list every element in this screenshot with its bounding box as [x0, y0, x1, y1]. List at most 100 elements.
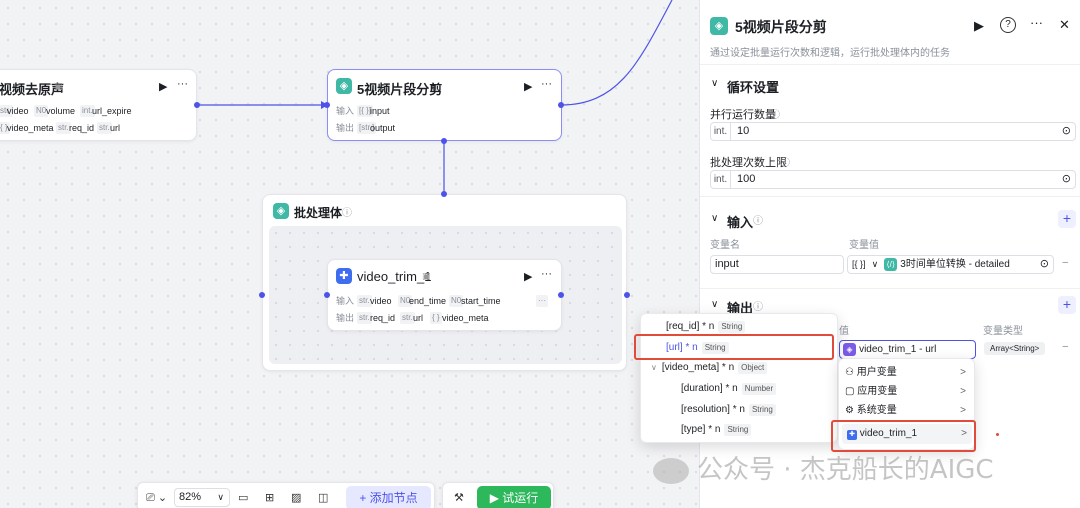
run-node-icon[interactable]: ▶: [524, 270, 532, 283]
col-var-value: 变量值: [849, 240, 879, 251]
input-var-ref: 3时间单位转换 - detailed: [900, 259, 1010, 270]
list-item[interactable]: [req_id] * n String: [666, 320, 746, 334]
batch-icon: ◈: [273, 203, 289, 219]
reset-icon[interactable]: ⊙: [1040, 256, 1049, 273]
chevron-right-icon: >: [960, 405, 966, 416]
more-params[interactable]: ···: [536, 295, 548, 307]
batch-limit-input[interactable]: int. 100 ⊙: [710, 170, 1076, 189]
minimap-icon[interactable]: ◫: [318, 491, 328, 504]
canvas-toolbar: ⎚ ⌄ 82% ∨ ▭ ⊞ ▨ ◫ + 添加节点: [137, 482, 435, 508]
output-port[interactable]: [558, 102, 564, 108]
param: req_id: [370, 313, 396, 323]
run-icon[interactable]: ▶: [974, 18, 984, 34]
info-icon: ▣: [54, 81, 63, 91]
wechat-icon: [653, 457, 689, 484]
menu-label: 用户变量: [856, 367, 897, 378]
bottom-port[interactable]: [441, 191, 447, 197]
node-video-trim-batch[interactable]: ◈ 5视频片段分剪 ▶ ··· 输入 [{ }] input 输出 [str.]…: [327, 69, 562, 141]
highlight-box: [831, 420, 976, 452]
batch-body-title: 批处理体: [294, 206, 343, 220]
input-var-name: input: [715, 258, 739, 270]
input-port[interactable]: [324, 292, 330, 298]
reset-icon[interactable]: ⊙: [1062, 123, 1071, 140]
chevron-right-icon: >: [960, 386, 966, 397]
output-port[interactable]: [624, 292, 630, 298]
test-run-button[interactable]: ▶ 试运行: [477, 486, 551, 508]
folder-icon: ▢: [845, 386, 855, 397]
concurrency-input[interactable]: int. 10 ⊙: [710, 122, 1076, 141]
field-label: [resolution] * n: [681, 404, 745, 415]
type-badge: String: [724, 424, 752, 436]
image-icon[interactable]: ▨: [291, 491, 301, 504]
remove-input-icon[interactable]: −: [1062, 257, 1068, 269]
node-ref-icon: ◈: [843, 342, 856, 356]
output-port[interactable]: [194, 102, 200, 108]
input-port[interactable]: [259, 292, 265, 298]
section-title: 循环设置: [727, 80, 780, 95]
remove-output-icon[interactable]: −: [1062, 341, 1068, 353]
output-value-field[interactable]: ◈ video_trim_1 - url: [839, 340, 976, 359]
node-video-trim-1[interactable]: ✚ video_trim_1 ▣ ▶ ··· 输入 str. video N0 …: [327, 259, 562, 331]
loop-settings-section: ∨ 循环设置 并行运行数量 ⓘ int. 10 ⊙ 批处理次数上限 ⓘ int.…: [700, 64, 1080, 194]
input-label: 输入: [336, 296, 355, 306]
input-port[interactable]: [324, 102, 330, 108]
mouse-icon[interactable]: ⎚ ⌄: [146, 491, 167, 505]
list-item[interactable]: [type] * n String: [681, 423, 752, 437]
run-node-icon[interactable]: ▶: [524, 80, 532, 93]
col-var-type: 变量类型: [983, 326, 1023, 337]
chevron-down-icon[interactable]: ∨: [711, 299, 718, 310]
menu-item-system-vars[interactable]: ⚙ 系统变量 >: [845, 404, 970, 418]
batch-limit-label: 批处理次数上限: [710, 157, 787, 169]
list-item[interactable]: [duration] * n Number: [681, 382, 777, 396]
chevron-down-icon[interactable]: ∨: [711, 213, 718, 224]
chevron-down-icon[interactable]: ∨: [651, 363, 657, 372]
type-badge: Number: [741, 383, 777, 395]
more-icon[interactable]: ···: [177, 78, 188, 90]
info-icon: ⓘ: [770, 110, 780, 121]
bottom-port[interactable]: [441, 138, 447, 144]
debug-icon[interactable]: ⚒: [454, 491, 464, 504]
output-field-dropdown: [req_id] * n String [url] * n String ∨ [vid…: [640, 313, 838, 443]
watermark-text: 公众号 · 杰克船长的AIGC: [697, 455, 994, 485]
input-label: 输入: [336, 106, 355, 116]
type-prefix: int.: [711, 123, 731, 140]
info-icon: ⓘ: [780, 158, 790, 169]
type-selector[interactable]: [{ }]: [852, 259, 866, 269]
menu-label: 系统变量: [856, 405, 897, 416]
reset-icon[interactable]: ⊙: [1062, 171, 1071, 188]
type-prefix: int.: [711, 171, 731, 188]
more-icon[interactable]: ···: [1030, 15, 1043, 30]
more-icon[interactable]: ···: [541, 268, 552, 280]
add-node-button[interactable]: + 添加节点: [346, 486, 431, 508]
zoom-select[interactable]: 82% ∨: [174, 488, 230, 507]
field-label: [req_id] * n: [666, 321, 715, 332]
type-badge: String: [748, 404, 776, 416]
chevron-down-icon[interactable]: ∨: [872, 259, 879, 269]
run-toolbar: ⚒ ▶ 试运行: [442, 482, 554, 508]
comment-icon[interactable]: ▭: [238, 491, 248, 504]
param-tag: { }: [430, 312, 442, 324]
close-icon[interactable]: ✕: [1059, 17, 1070, 33]
test-run-label: ▶ 试运行: [489, 491, 539, 505]
help-icon[interactable]: ?: [1000, 17, 1016, 33]
input-var-value-field[interactable]: [{ }] ∨ ⟨/⟩ 3时间单位转换 - detailed ⊙: [847, 255, 1054, 274]
output-label: 输出: [336, 123, 355, 133]
output-port[interactable]: [558, 292, 564, 298]
more-icon[interactable]: ···: [541, 78, 552, 90]
menu-item-app-vars[interactable]: ▢ 应用变量 >: [845, 385, 970, 399]
menu-item-user-vars[interactable]: ⚇ 用户变量 >: [845, 366, 970, 380]
run-node-icon[interactable]: ▶: [159, 80, 167, 93]
param: output: [370, 123, 396, 133]
node-title: video_trim_1: [357, 269, 432, 284]
list-item[interactable]: ∨ [video_meta] * n Object: [651, 361, 768, 375]
batch-icon: ◈: [336, 78, 352, 94]
info-icon: ⓘ: [753, 216, 763, 227]
layout-icon[interactable]: ⊞: [265, 491, 274, 504]
input-var-name-field[interactable]: input: [710, 255, 844, 274]
panel-description: 通过设定批量运行次数和逻辑，运行批处理体内的任务: [710, 48, 950, 59]
node-video-denoise[interactable]: 视频去原声 ▣ ▶ ··· str. video N0 volume int. …: [0, 69, 197, 141]
chevron-down-icon[interactable]: ∨: [711, 78, 718, 89]
list-item[interactable]: [resolution] * n String: [681, 403, 776, 417]
add-output-button[interactable]: +: [1058, 296, 1076, 314]
add-input-button[interactable]: +: [1058, 210, 1076, 228]
